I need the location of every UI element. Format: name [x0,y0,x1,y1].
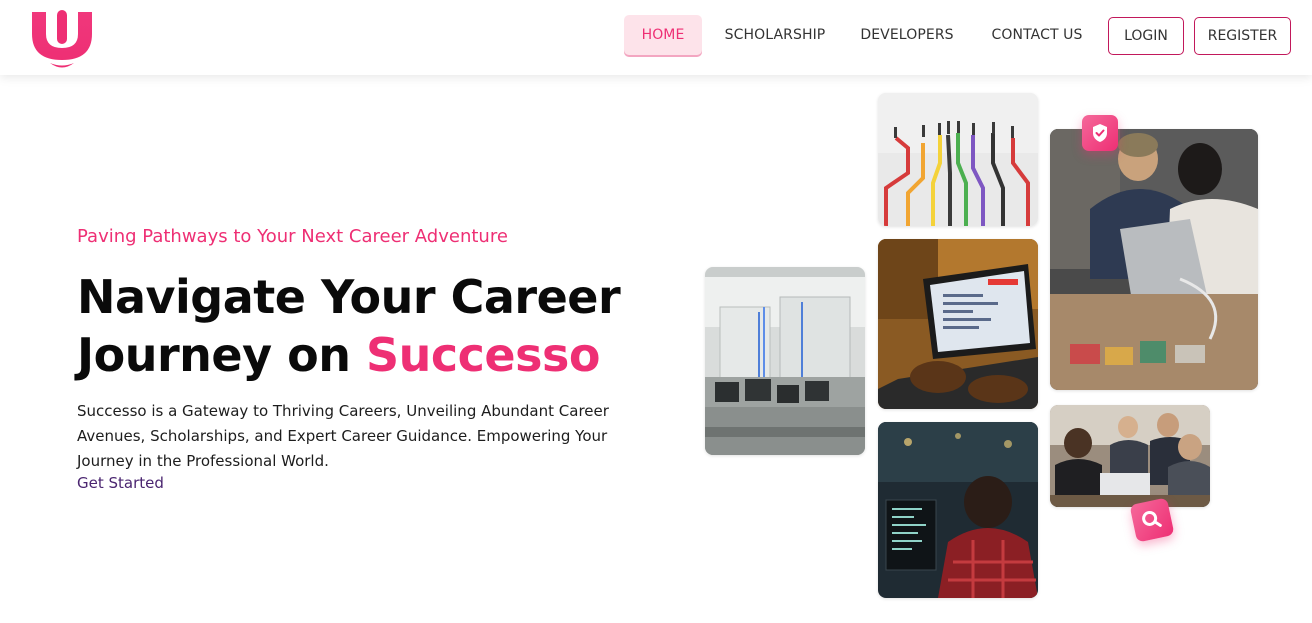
search-icon [1129,497,1175,543]
nav-contact-us[interactable]: CONTACT US [980,15,1094,55]
hero-description: Successo is a Gateway to Thriving Career… [77,402,609,470]
hero-headline: Navigate Your Career Journey on Successo [77,268,677,384]
register-button[interactable]: REGISTER [1194,17,1291,55]
login-button[interactable]: LOGIN [1108,17,1184,55]
headline-accent: Successo [365,328,600,382]
nav-scholarship[interactable]: SCHOLARSHIP [718,15,832,55]
get-started-link[interactable]: Get Started [77,474,164,492]
hero-tagline: Paving Pathways to Your Next Career Adve… [77,226,508,247]
team-photo [1050,405,1210,507]
office-photo [705,267,865,455]
nav-home[interactable]: HOME [624,15,702,55]
site-header: HOME SCHOLARSHIP DEVELOPERS CONTACT US L… [0,0,1312,75]
nav-developers[interactable]: DEVELOPERS [852,15,962,55]
career-paths-photo [878,93,1038,226]
shield-check-icon [1082,115,1118,151]
meeting-photo [1050,129,1258,390]
developer-monitors-photo [878,422,1038,598]
laptop-coding-photo [878,239,1038,409]
main-nav: HOME SCHOLARSHIP DEVELOPERS CONTACT US L… [0,15,1312,55]
